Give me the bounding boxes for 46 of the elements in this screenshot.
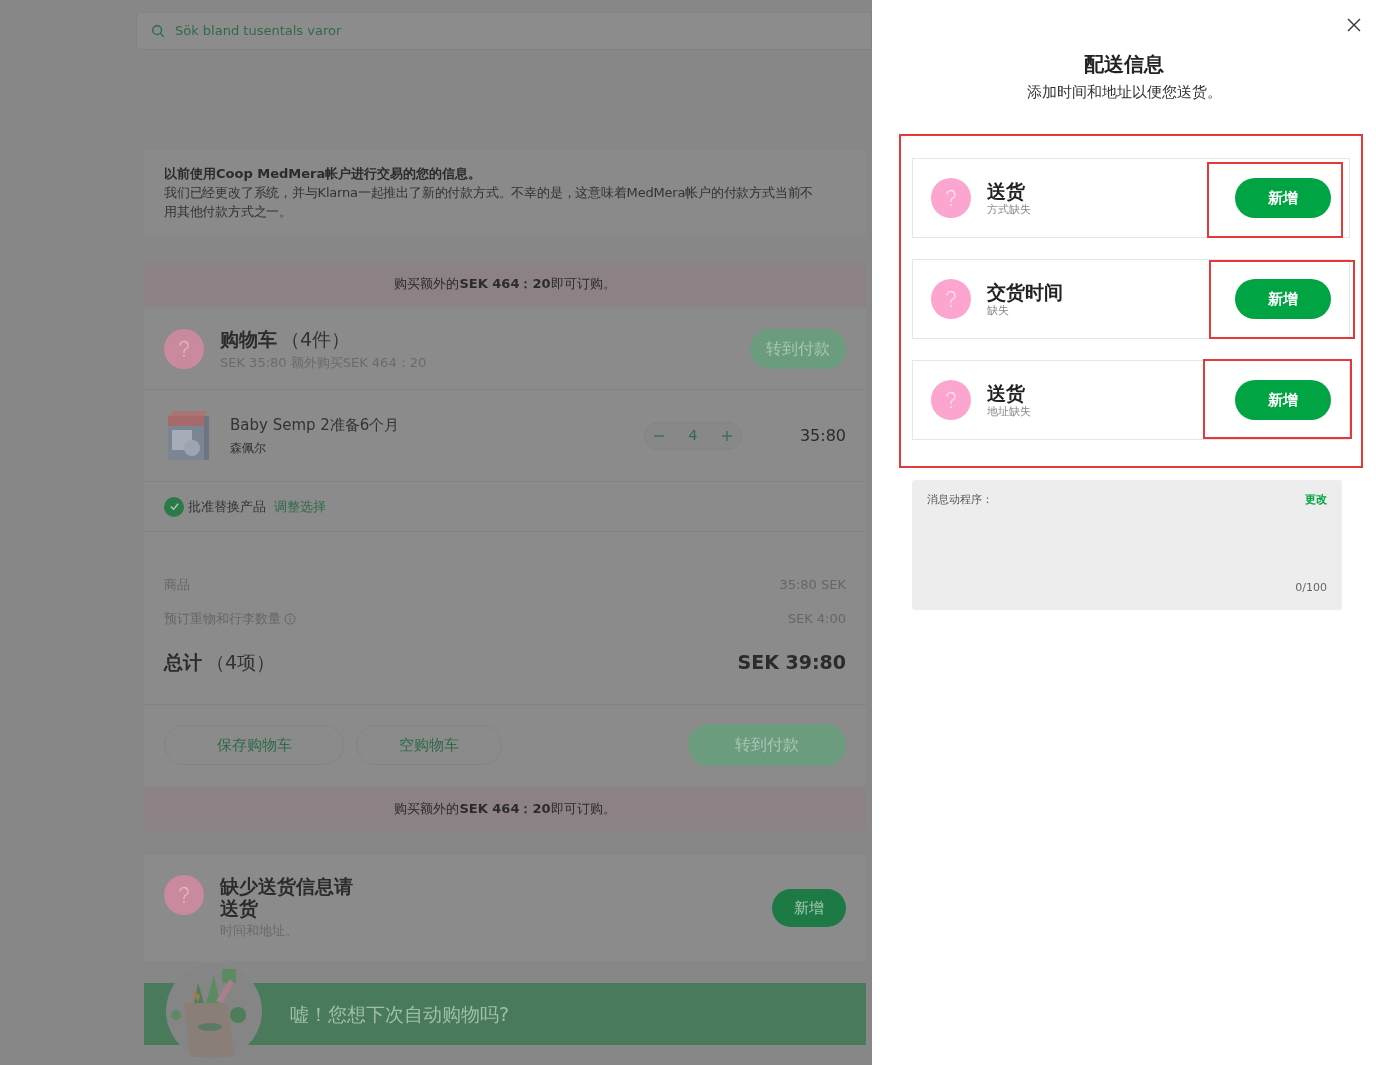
checkmark-icon xyxy=(168,501,180,512)
message-field[interactable]: 消息动程序： 更改 0/100 xyxy=(912,480,1342,610)
character-counter: 0/100 xyxy=(1295,579,1327,596)
plus-icon xyxy=(721,429,733,442)
question-icon xyxy=(164,875,204,915)
drawer-subtitle: 添加时间和地址以便您送货。 xyxy=(1026,82,1222,102)
search-field[interactable]: Sök bland tusentals varor xyxy=(136,12,872,50)
min-order-text: 购买额外的SEK 464：20即可订购。 xyxy=(394,800,616,819)
total-label: 总计 xyxy=(164,650,202,675)
add-button[interactable]: 新增 xyxy=(772,889,846,927)
change-link[interactable]: 更改 xyxy=(1305,492,1327,509)
product-name: Baby Semp 2准备6个月 xyxy=(230,415,401,437)
add-button[interactable]: 新增 xyxy=(1235,279,1331,319)
substitution-label: 批准替换产品 xyxy=(188,497,266,516)
question-icon xyxy=(931,279,971,319)
add-button[interactable]: 新增 xyxy=(1235,380,1331,420)
checkbox[interactable] xyxy=(164,496,184,517)
product-brand: 森佩尔 xyxy=(230,439,267,457)
notice-title: 以前使用Coop MedMera帐户进行交易的您的信息。 xyxy=(164,165,483,183)
quantity-stepper[interactable]: 4 xyxy=(644,421,742,450)
question-icon xyxy=(931,178,971,218)
info-icon xyxy=(284,613,296,625)
min-order-text: 购买额外的SEK 464：20即可订购。 xyxy=(394,275,616,294)
cart-title: 购物车 xyxy=(220,326,277,352)
add-button[interactable]: 新增 xyxy=(1235,178,1331,218)
step-title: 送货 xyxy=(987,381,1026,405)
adjust-link[interactable]: 调整选择 xyxy=(274,496,326,517)
close-button[interactable] xyxy=(1346,17,1362,33)
cart-count: （4件） xyxy=(281,326,351,352)
close-icon xyxy=(1346,17,1362,33)
quantity-value: 4 xyxy=(688,426,698,445)
total-count: （4项） xyxy=(206,650,276,675)
message-label: 消息动程序： xyxy=(927,492,993,508)
promo-text: 嘘！您想下次自动购物吗? xyxy=(290,1001,510,1027)
search-icon xyxy=(151,24,165,38)
step-title: 交货时间 xyxy=(987,280,1064,304)
question-icon xyxy=(164,328,204,369)
step-status: 缺失 xyxy=(987,304,1010,318)
step-status: 方式缺失 xyxy=(987,203,1032,217)
product-price: 35:80 xyxy=(798,424,846,447)
step-status: 地址缺失 xyxy=(987,405,1032,419)
delivery-title: 缺少送货信息请送货 xyxy=(220,875,354,920)
total-value: SEK 39:80 xyxy=(737,650,846,675)
drawer-title: 配送信息 xyxy=(1084,51,1164,77)
step-title: 送货 xyxy=(987,179,1026,203)
question-icon xyxy=(931,380,971,420)
